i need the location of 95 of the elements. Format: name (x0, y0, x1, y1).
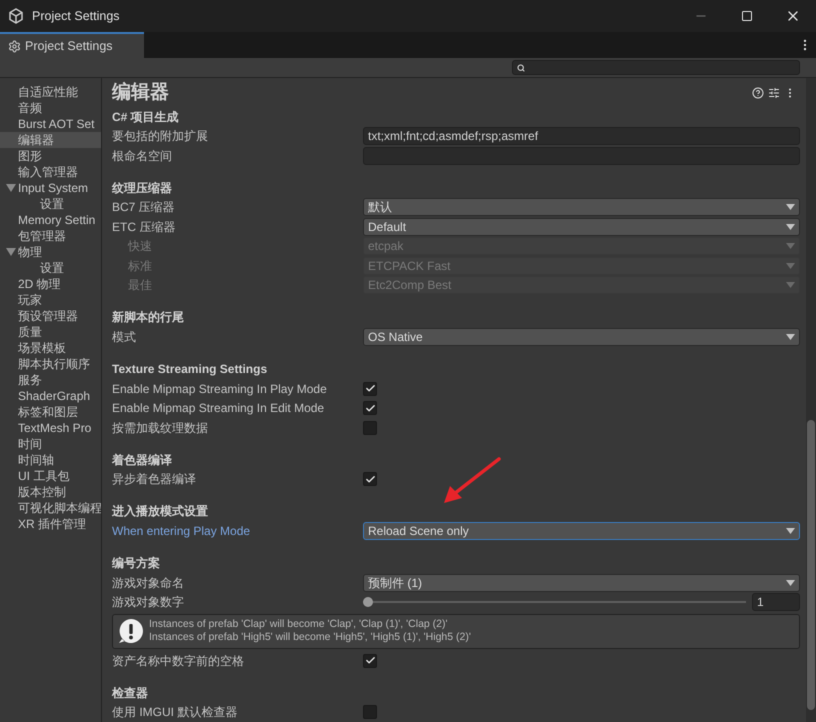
maximize-icon (741, 10, 753, 22)
sidebar-item[interactable]: 质量 (0, 324, 101, 340)
field-label: BC7 压缩器 (112, 199, 176, 216)
caret-icon (786, 243, 795, 250)
section-header: C# 项目生成 (112, 108, 179, 126)
checkbox[interactable] (363, 654, 377, 668)
sidebar-item[interactable]: Memory Settin (0, 212, 101, 228)
sidebar-item[interactable]: Burst AOT Set (0, 116, 101, 132)
sidebar-item[interactable]: 版本控制 (0, 484, 101, 500)
checkbox[interactable] (363, 705, 377, 720)
check-icon (364, 383, 376, 394)
help-text: Instances of prefab 'High5' will become 'High5', 'High5 (1)', 'High5 (2)' (149, 631, 471, 644)
help-icon[interactable] (752, 87, 764, 99)
check-icon (364, 402, 376, 414)
checkbox[interactable] (363, 472, 377, 486)
field-label: 要包括的附加扩展 (112, 128, 209, 146)
section-header: 着色器编译 (112, 452, 172, 469)
warning-icon (117, 617, 145, 646)
checkbox[interactable] (363, 401, 377, 416)
sidebar-item[interactable]: 时间 (0, 436, 101, 452)
slider-thumb[interactable] (363, 597, 373, 608)
sidebar-item[interactable]: 设置 (0, 260, 101, 276)
search-field[interactable] (512, 60, 800, 75)
checkbox[interactable] (363, 382, 377, 396)
sidebar-item[interactable]: 包管理器 (0, 228, 101, 244)
sidebar-item[interactable]: 服务 (0, 372, 101, 388)
sidebar-item[interactable]: Input System (0, 180, 101, 196)
sidebar-item[interactable]: 时间轴 (0, 452, 101, 468)
number-field[interactable]: 1 (752, 593, 800, 612)
check-icon (364, 474, 376, 485)
dropdown[interactable]: Reload Scene only (363, 522, 800, 540)
field-label: 快速 (126, 238, 153, 256)
field-label: 标准 (127, 258, 153, 275)
app-icon (8, 8, 24, 24)
section-header: 新脚本的行尾 (112, 309, 184, 326)
caret-icon (786, 282, 795, 288)
sidebar-item[interactable]: 标签和图层 (0, 404, 101, 420)
sidebar-item[interactable]: ShaderGraph (0, 388, 101, 404)
field-label: When entering Play Mode (112, 522, 252, 540)
page-title: 编辑器 (112, 80, 169, 105)
section-header: 编号方案 (112, 555, 160, 572)
dropdown[interactable]: Default (363, 218, 800, 236)
section-header: 检查器 (112, 684, 148, 702)
check-icon (364, 655, 376, 666)
caret-icon (786, 580, 795, 586)
preset-icon[interactable] (768, 87, 780, 99)
field-label: ETC 压缩器 (112, 218, 176, 236)
sidebar-item[interactable]: 预设管理器 (0, 308, 101, 324)
text-field[interactable]: txt;xml;fnt;cd;asmdef;rsp;asmref (363, 127, 800, 146)
field-label: 最佳 (127, 277, 153, 294)
caret-icon (786, 334, 795, 340)
sidebar-item[interactable]: 自适应性能 (0, 84, 101, 100)
tab[interactable]: Project Settings (0, 32, 144, 58)
scrollbar[interactable] (806, 78, 816, 722)
caret-icon (786, 262, 795, 269)
expand-arrow-icon[interactable] (6, 248, 16, 256)
field-label: 游戏对象命名 (112, 574, 185, 592)
section-header: 纹理压缩器 (112, 180, 172, 197)
field-label: 根命名空间 (112, 148, 173, 165)
sidebar-item[interactable]: 物理 (0, 244, 101, 260)
field-label: Enable Mipmap Streaming In Play Mode (112, 380, 328, 398)
sidebar-item[interactable]: 设置 (0, 196, 101, 212)
sidebar-item[interactable]: 图形 (0, 148, 101, 164)
settings-icon (8, 40, 21, 52)
dropdown[interactable]: 默认 (363, 198, 800, 216)
field-label: 使用 IMGUI 默认检查器 (112, 704, 238, 722)
help-text: Instances of prefab 'Clap' will become 'Clap', 'Clap (1)', 'Clap (2)' (149, 618, 448, 632)
field-label: 资产名称中数字前的空格 (112, 652, 245, 670)
sidebar-item[interactable]: 音频 (0, 100, 101, 116)
sidebar-item[interactable]: 脚本执行顺序 (0, 356, 101, 372)
sidebar-item[interactable]: 2D 物理 (0, 276, 101, 292)
window-title: Project Settings (32, 8, 120, 25)
field-label: 模式 (112, 328, 137, 346)
caret-icon (786, 224, 795, 230)
search-icon (517, 64, 525, 72)
section-header: 进入播放模式设置 (112, 503, 208, 520)
slider-track[interactable] (363, 597, 746, 608)
field-label: 异步着色器编译 (112, 471, 197, 488)
expand-arrow-icon[interactable] (6, 184, 16, 192)
sidebar-item[interactable]: UI 工具包 (0, 468, 101, 484)
field-label: 按需加载纹理数据 (112, 420, 209, 437)
field-label: 游戏对象数字 (112, 594, 185, 612)
sidebar-item[interactable]: 输入管理器 (0, 164, 101, 180)
sidebar-item[interactable]: TextMesh Pro (0, 420, 101, 436)
caret-icon (786, 204, 795, 210)
checkbox[interactable] (363, 420, 377, 435)
caret-icon (786, 528, 795, 534)
dropdown[interactable]: 预制件 (1) (363, 574, 800, 592)
sidebar-item[interactable]: 编辑器 (0, 132, 101, 148)
sidebar-item[interactable]: XR 插件管理 (0, 516, 101, 532)
sidebar-item[interactable]: 场景模板 (0, 340, 101, 356)
sidebar-item[interactable]: 玩家 (0, 292, 101, 308)
dropdown[interactable]: OS Native (363, 328, 800, 346)
section-header: Texture Streaming Settings (112, 361, 268, 378)
field-label: Enable Mipmap Streaming In Edit Mode (112, 400, 326, 418)
